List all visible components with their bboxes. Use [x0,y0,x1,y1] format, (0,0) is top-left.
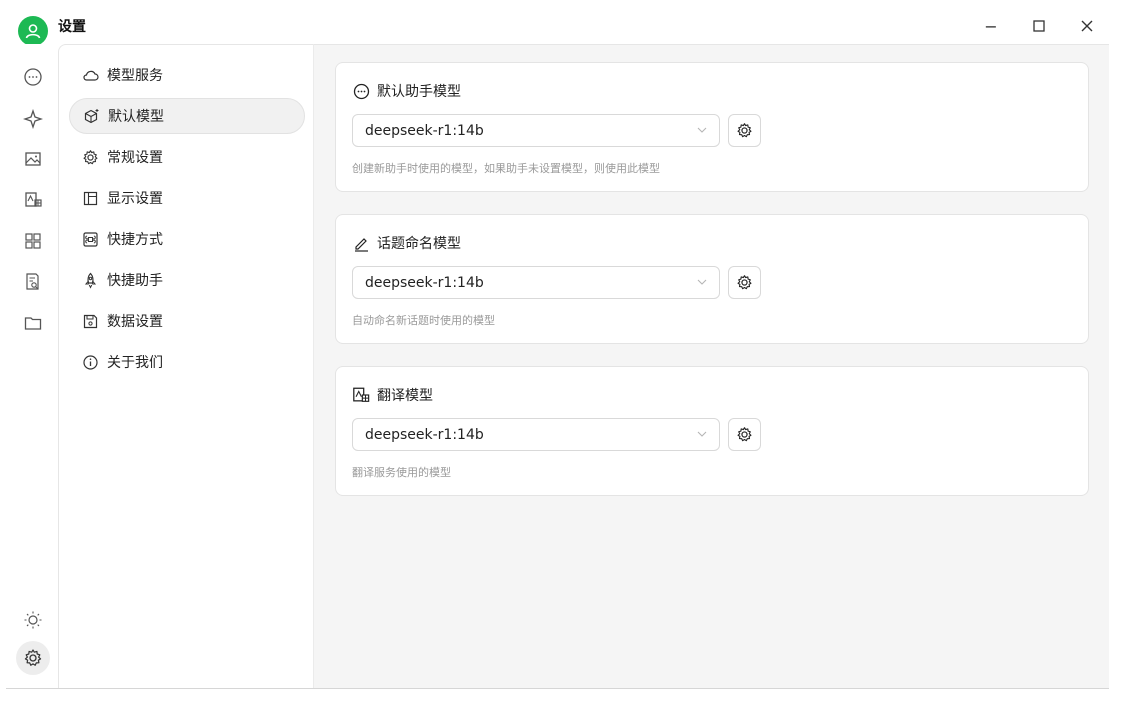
menu-item-label: 模型服务 [107,68,163,84]
theme-sun-icon [24,611,42,629]
rail-paintings[interactable] [20,146,46,172]
translate-icon [352,386,370,404]
rocket-icon [81,271,99,289]
maximize-icon [1033,20,1045,32]
chevron-down-icon [697,279,707,285]
menu-item-display-settings[interactable]: 显示设置 [69,180,305,216]
rail-chat[interactable] [20,64,46,90]
model-settings-button[interactable] [728,266,761,299]
rail-settings[interactable] [16,641,50,675]
folder-icon [24,317,42,330]
minimize-button[interactable]: − [976,14,1006,38]
gear-icon [81,148,99,166]
menu-item-label: 常规设置 [107,150,163,166]
translate-icon [25,192,42,207]
sparkle-icon [23,109,43,129]
close-icon [1081,20,1093,32]
card-title-text: 翻译模型 [377,388,433,404]
select-value: deepseek-r1:14b [365,274,484,291]
save-disk-icon [81,312,99,330]
rail-knowledge[interactable] [20,269,46,295]
model-select[interactable]: deepseek-r1:14b [352,418,720,451]
settings-gear-icon [24,649,42,666]
model-cube-icon [82,107,100,125]
icon-rail [6,44,58,688]
gear-icon [737,427,752,442]
card-description: 创建新助手时使用的模型，如果助手未设置模型，则使用此模型 [352,162,660,175]
menu-item-about[interactable]: 关于我们 [69,344,305,380]
chat-bubble-icon [352,82,370,100]
close-button[interactable] [1072,14,1102,38]
menu-item-general-settings[interactable]: 常规设置 [69,139,305,175]
document-search-icon [26,273,39,290]
card-description: 翻译服务使用的模型 [352,466,451,479]
model-select[interactable]: deepseek-r1:14b [352,114,720,147]
select-value: deepseek-r1:14b [365,122,484,139]
menu-item-label: 快捷助手 [107,273,163,289]
card-title: 默认助手模型 [352,81,461,101]
menu-item-label: 显示设置 [107,191,163,207]
model-settings-button[interactable] [728,114,761,147]
translate-model-card: 翻译模型 deepseek-r1:14b 翻译服务使用的模型 [335,366,1089,496]
apps-icon [25,233,41,249]
card-title-text: 话题命名模型 [377,236,461,252]
default-assistant-model-card: 默认助手模型 deepseek-r1:14b 创建新助手时使用的模型，如果助手未… [335,62,1089,192]
rail-agents[interactable] [20,106,46,132]
cloud-icon [81,66,99,84]
settings-window: 设置 − 模型服务 默认模型 常规设置 显示设置 快捷方式 快捷助手 数据设置 … [6,4,1109,689]
model-select[interactable]: deepseek-r1:14b [352,266,720,299]
window-title: 设置 [58,19,86,35]
card-title: 翻译模型 [352,385,433,405]
menu-item-model-services[interactable]: 模型服务 [69,57,305,93]
command-key-icon [81,230,99,248]
gear-icon [737,275,752,290]
menu-item-quick-assistant[interactable]: 快捷助手 [69,262,305,298]
settings-content: 默认助手模型 deepseek-r1:14b 创建新助手时使用的模型，如果助手未… [314,44,1109,688]
gear-icon [737,123,752,138]
maximize-button[interactable] [1024,14,1054,38]
menu-item-shortcuts[interactable]: 快捷方式 [69,221,305,257]
menu-item-label: 快捷方式 [107,232,163,248]
select-value: deepseek-r1:14b [365,426,484,443]
rail-apps[interactable] [20,228,46,254]
rail-translate[interactable] [20,187,46,213]
rail-files[interactable] [20,310,46,336]
chat-icon [24,68,42,86]
avatar[interactable] [18,16,48,46]
chevron-down-icon [697,127,707,133]
card-title: 话题命名模型 [352,233,461,253]
card-title-text: 默认助手模型 [377,84,461,100]
title-bar: 设置 − [6,4,1109,46]
menu-item-label: 默认模型 [108,109,164,125]
menu-item-data-settings[interactable]: 数据设置 [69,303,305,339]
topic-naming-model-card: 话题命名模型 deepseek-r1:14b 自动命名新话题时使用的模型 [335,214,1089,344]
card-description: 自动命名新话题时使用的模型 [352,314,495,327]
menu-item-default-model[interactable]: 默认模型 [69,98,305,134]
info-icon [81,353,99,371]
menu-item-label: 数据设置 [107,314,163,330]
avatar-icon [25,24,41,39]
settings-menu: 模型服务 默认模型 常规设置 显示设置 快捷方式 快捷助手 数据设置 关于我们 [58,44,314,688]
model-settings-button[interactable] [728,418,761,451]
image-icon [25,152,41,166]
menu-item-label: 关于我们 [107,355,163,371]
layout-icon [81,189,99,207]
pen-icon [352,234,370,252]
chevron-down-icon [697,431,707,437]
theme-toggle[interactable] [20,607,46,633]
